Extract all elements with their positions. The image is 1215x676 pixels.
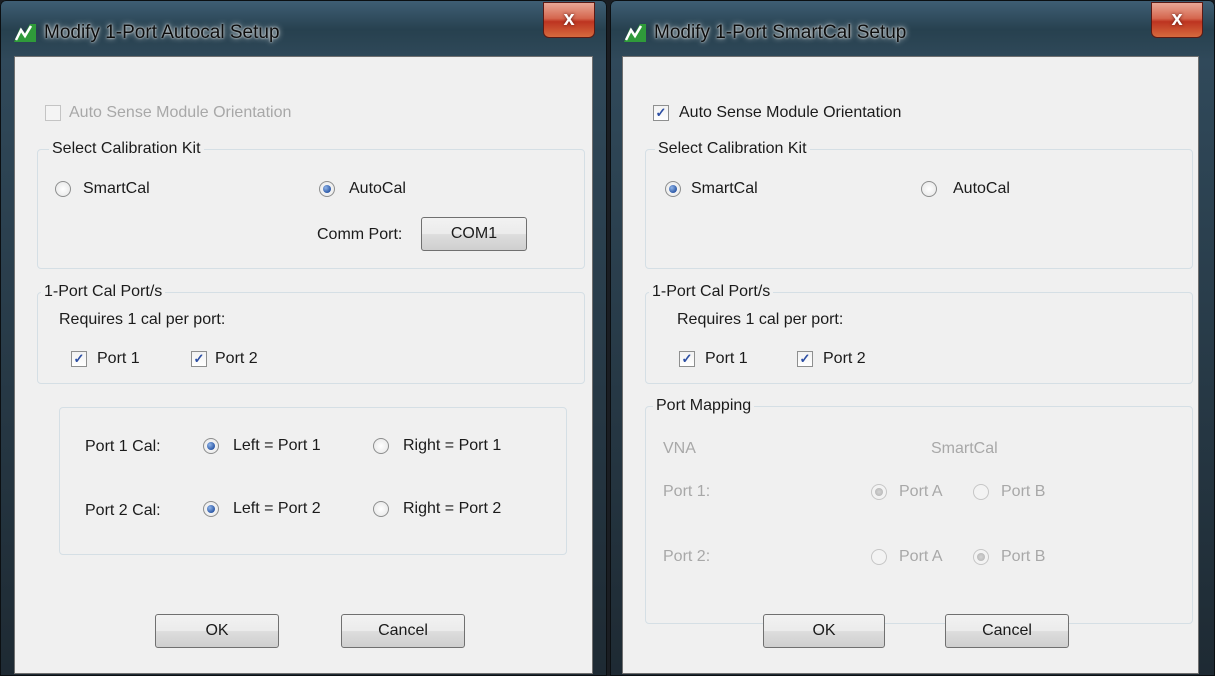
calibration-kit-group <box>37 149 585 269</box>
dialog-client-area: ✓ Auto Sense Module Orientation Select C… <box>622 56 1199 674</box>
port-mapping-group <box>645 406 1193 624</box>
port1-port-b-label: Port B <box>1001 483 1046 500</box>
vna-column-header: VNA <box>663 440 696 457</box>
autocal-setup-dialog: Modify 1-Port Autocal Setup x Auto Sense… <box>0 0 607 676</box>
port1-left-radio[interactable] <box>203 438 219 454</box>
smartcal-setup-dialog: Modify 1-Port SmartCal Setup x ✓ Auto Se… <box>610 0 1215 676</box>
requires-cal-text: Requires 1 cal per port: <box>677 311 844 328</box>
port1-port-a-radio[interactable] <box>871 484 887 500</box>
port2-right-label: Right = Port 2 <box>403 500 502 517</box>
cancel-button[interactable]: Cancel <box>341 614 465 648</box>
port2-checkbox[interactable]: ✓ <box>191 351 207 367</box>
dialog-title: Modify 1-Port SmartCal Setup <box>654 22 907 43</box>
port2-port-b-radio[interactable] <box>973 549 989 565</box>
port-selection-group-title: 1-Port Cal Port/s <box>41 283 166 301</box>
port1-right-radio[interactable] <box>373 438 389 454</box>
autocal-radio-label: AutoCal <box>349 180 406 197</box>
smartcal-radio[interactable] <box>665 181 681 197</box>
close-button[interactable]: x <box>1151 2 1203 38</box>
smartcal-radio-label: SmartCal <box>83 180 150 197</box>
port1-checkbox-label: Port 1 <box>705 350 748 367</box>
smartcal-column-header: SmartCal <box>931 440 998 457</box>
calibration-kit-group-title: Select Calibration Kit <box>655 140 810 158</box>
port1-port-b-radio[interactable] <box>973 484 989 500</box>
dialog-title: Modify 1-Port Autocal Setup <box>44 22 280 43</box>
auto-sense-checkbox[interactable]: ✓ <box>653 105 669 121</box>
port2-port-a-label: Port A <box>899 548 943 565</box>
calibration-kit-group-title: Select Calibration Kit <box>49 140 204 158</box>
port2-cal-label: Port 2 Cal: <box>85 502 161 519</box>
close-button[interactable]: x <box>543 2 595 38</box>
dialog-client-area: Auto Sense Module Orientation Select Cal… <box>14 56 593 674</box>
cancel-button[interactable]: Cancel <box>945 614 1069 648</box>
calibration-kit-group <box>645 149 1193 269</box>
ok-button[interactable]: OK <box>155 614 279 648</box>
auto-sense-label: Auto Sense Module Orientation <box>69 104 292 121</box>
port2-right-radio[interactable] <box>373 501 389 517</box>
smartcal-radio-label: SmartCal <box>691 180 758 197</box>
port-selection-group <box>645 292 1193 384</box>
port-selection-group-title: 1-Port Cal Port/s <box>649 283 774 301</box>
app-icon <box>14 24 36 42</box>
port2-port-b-label: Port B <box>1001 548 1046 565</box>
mapping-port1-label: Port 1: <box>663 483 711 500</box>
auto-sense-label: Auto Sense Module Orientation <box>679 104 902 121</box>
requires-cal-text: Requires 1 cal per port: <box>59 311 226 328</box>
port2-left-label: Left = Port 2 <box>233 500 321 517</box>
port1-checkbox[interactable]: ✓ <box>71 351 87 367</box>
comm-port-button[interactable]: COM1 <box>421 217 527 251</box>
auto-sense-checkbox[interactable] <box>45 105 61 121</box>
comm-port-label: Comm Port: <box>317 226 403 243</box>
ok-button[interactable]: OK <box>763 614 885 648</box>
autocal-radio-label: AutoCal <box>953 180 1010 197</box>
port1-port-a-label: Port A <box>899 483 943 500</box>
port1-checkbox[interactable]: ✓ <box>679 351 695 367</box>
port1-right-label: Right = Port 1 <box>403 437 502 454</box>
mapping-port2-label: Port 2: <box>663 548 711 565</box>
port1-left-label: Left = Port 1 <box>233 437 321 454</box>
app-icon <box>624 24 646 42</box>
port1-cal-label: Port 1 Cal: <box>85 438 161 455</box>
orientation-group <box>59 407 567 555</box>
autocal-radio[interactable] <box>921 181 937 197</box>
port-mapping-group-title: Port Mapping <box>653 397 755 415</box>
port-selection-group <box>37 292 585 384</box>
smartcal-radio[interactable] <box>55 181 71 197</box>
autocal-radio[interactable] <box>319 181 335 197</box>
title-bar[interactable]: Modify 1-Port SmartCal Setup x <box>610 0 1215 60</box>
title-bar[interactable]: Modify 1-Port Autocal Setup x <box>0 0 607 60</box>
port2-checkbox-label: Port 2 <box>823 350 866 367</box>
port2-port-a-radio[interactable] <box>871 549 887 565</box>
port2-checkbox[interactable]: ✓ <box>797 351 813 367</box>
port2-left-radio[interactable] <box>203 501 219 517</box>
port2-checkbox-label: Port 2 <box>215 350 258 367</box>
port1-checkbox-label: Port 1 <box>97 350 140 367</box>
